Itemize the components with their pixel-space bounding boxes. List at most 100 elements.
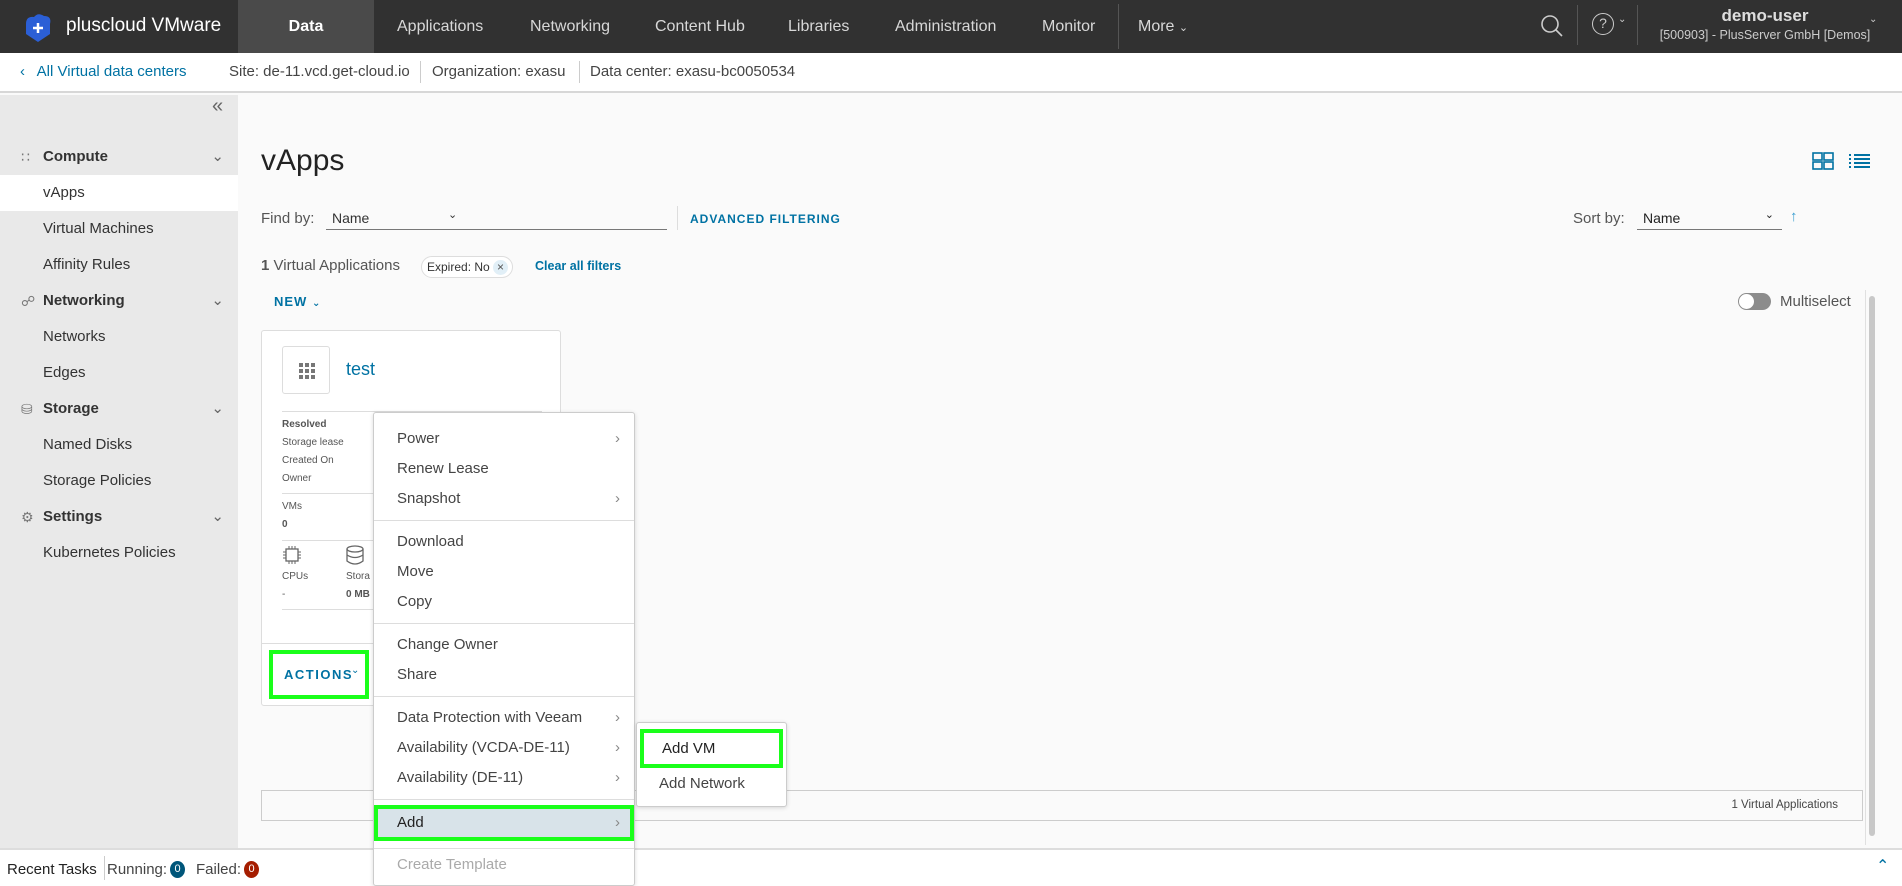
menu-item-add-vm[interactable]: Add VM	[640, 729, 783, 768]
sort-by-label: Sort by:	[1573, 210, 1625, 227]
actions-button[interactable]: ACTIONS ⌄	[269, 650, 369, 699]
recent-tasks-bar: Recent Tasks Running: 0 Failed: 0 ⌃	[0, 848, 1902, 886]
chevron-down-icon: ⌄	[211, 148, 224, 165]
sidebar-group-settings[interactable]: ⚙ Settings ⌄	[0, 499, 238, 535]
sort-by-select[interactable]: Name ⌄	[1637, 204, 1782, 230]
chevron-down-icon: ⌄	[211, 400, 224, 417]
collapse-sidebar-icon[interactable]: «	[212, 95, 223, 118]
sidebar-group-storage[interactable]: ⛁ Storage ⌄	[0, 391, 238, 427]
sidebar-item-edges[interactable]: Edges	[0, 355, 238, 391]
menu-item-share[interactable]: Share	[374, 660, 634, 690]
sidebar-item-virtual-machines[interactable]: Virtual Machines	[0, 211, 238, 247]
chevron-down-icon[interactable]: ⌄	[1618, 14, 1626, 25]
find-by-label: Find by:	[261, 210, 315, 227]
divider	[579, 61, 580, 83]
divider	[677, 206, 678, 230]
expand-tasks-icon[interactable]: ⌃	[1876, 856, 1889, 876]
user-menu[interactable]: demo-user [500903] - PlusServer GmbH [De…	[1655, 6, 1875, 42]
find-by-value: Name	[332, 210, 370, 226]
vapp-count: 1 Virtual Applications	[261, 257, 400, 274]
pluscloud-logo-icon	[26, 14, 51, 42]
sidebar-item-kubernetes-policies[interactable]: Kubernetes Policies	[0, 535, 238, 571]
sidebar-item-networks[interactable]: Networks	[0, 319, 238, 355]
sidebar-item-named-disks[interactable]: Named Disks	[0, 427, 238, 463]
menu-item-label: Snapshot	[397, 490, 461, 507]
add-submenu: Add VM Add Network	[636, 722, 787, 807]
tab-administration[interactable]: Administration	[873, 0, 1018, 53]
user-org: [500903] - PlusServer GmbH [Demos]	[1659, 28, 1871, 42]
search-icon[interactable]	[1540, 14, 1564, 38]
menu-item-add-network[interactable]: Add Network	[637, 769, 786, 799]
vapp-count-number: 1	[261, 257, 270, 274]
menu-item-copy[interactable]: Copy	[374, 587, 634, 617]
filter-chip: Expired: No ×	[421, 256, 514, 278]
clear-filters-link[interactable]: Clear all filters	[535, 259, 621, 273]
sidebar-group-label: Compute	[43, 148, 108, 165]
recent-tasks-label[interactable]: Recent Tasks	[7, 861, 97, 878]
sidebar-group-label: Networking	[43, 292, 125, 309]
divider	[1577, 5, 1578, 45]
chevron-down-icon: ⌄	[311, 298, 322, 309]
menu-item-label: Availability (VCDA-DE-11)	[397, 739, 570, 756]
chevron-down-icon: ⌄	[1178, 22, 1189, 34]
storage-value: 0 MB	[346, 589, 370, 600]
new-button[interactable]: NEW ⌄	[274, 294, 321, 309]
back-link[interactable]: ‹ All Virtual data centers	[20, 63, 186, 80]
list-view-icon[interactable]	[1849, 153, 1870, 169]
multiselect-toggle[interactable]	[1738, 293, 1771, 310]
divider	[420, 61, 421, 83]
tab-data-centers[interactable]: Data Centers	[238, 0, 374, 88]
menu-item-change-owner[interactable]: Change Owner	[374, 630, 634, 660]
breadcrumb: ‹ All Virtual data centers Site: de-11.v…	[0, 53, 1902, 93]
menu-item-data-protection-veeam[interactable]: Data Protection with Veeam ›	[374, 703, 634, 733]
sidebar-group-networking[interactable]: ☍ Networking ⌄	[0, 283, 238, 319]
app-title: pluscloud VMware	[66, 15, 222, 36]
user-name: demo-user	[1721, 6, 1809, 25]
chevron-down-icon: ⌄	[211, 292, 224, 309]
tab-applications[interactable]: Applications	[375, 0, 505, 53]
chevron-right-icon: ›	[615, 814, 620, 831]
tab-more[interactable]: More ⌄	[1116, 0, 1210, 53]
find-by-select[interactable]: Name ⌄	[326, 204, 667, 230]
vapp-name-link[interactable]: test	[346, 359, 375, 380]
sidebar: « ∷ Compute ⌄ vApps Virtual Machines Affin…	[0, 95, 238, 848]
sidebar-item-affinity-rules[interactable]: Affinity Rules	[0, 247, 238, 283]
sidebar-group-label: Storage	[43, 400, 99, 417]
advanced-filtering-link[interactable]: ADVANCED FILTERING	[690, 212, 841, 226]
scrollbar[interactable]	[1865, 290, 1877, 845]
sidebar-item-storage-policies[interactable]: Storage Policies	[0, 463, 238, 499]
footer-count: 1 Virtual Applications	[1731, 799, 1838, 811]
actions-menu: Power › Renew Lease Snapshot › Download Mo…	[373, 412, 635, 886]
help-icon[interactable]: ?	[1592, 13, 1614, 35]
divider	[1637, 5, 1638, 45]
menu-item-availability-de11[interactable]: Availability (DE-11) ›	[374, 763, 634, 793]
storage-label: Stora	[346, 571, 370, 582]
tab-libraries[interactable]: Libraries	[766, 0, 871, 53]
menu-item-availability-vcda[interactable]: Availability (VCDA-DE-11) ›	[374, 733, 634, 763]
remove-filter-icon[interactable]: ×	[493, 260, 509, 275]
sidebar-item-vapps[interactable]: vApps	[0, 175, 238, 211]
menu-item-snapshot[interactable]: Snapshot ›	[374, 484, 634, 514]
owner-label: Owner	[282, 473, 312, 484]
tab-networking[interactable]: Networking	[508, 0, 632, 53]
sort-ascending-icon[interactable]: ↑	[1790, 208, 1798, 225]
menu-item-create-template: Create Template	[397, 856, 507, 873]
filter-chip-label: Expired: No	[427, 260, 490, 274]
menu-item-renew-lease[interactable]: Renew Lease	[374, 454, 634, 484]
sort-by-value: Name	[1643, 210, 1681, 226]
menu-item-download[interactable]: Download	[374, 527, 634, 557]
menu-item-add[interactable]: Add ›	[374, 805, 634, 841]
cpus-value: -	[282, 589, 286, 600]
divider	[374, 623, 634, 624]
tab-monitor[interactable]: Monitor	[1020, 0, 1117, 53]
network-icon: ☍	[21, 293, 36, 309]
organization-label: Organization: exasu	[432, 63, 566, 80]
tab-content-hub[interactable]: Content Hub	[633, 0, 767, 53]
menu-item-move[interactable]: Move	[374, 557, 634, 587]
sidebar-group-compute[interactable]: ∷ Compute ⌄	[0, 139, 238, 175]
chevron-down-icon[interactable]: ⌄	[1869, 14, 1877, 25]
datacenter-label: Data center: exasu-bc0050534	[590, 63, 796, 80]
storage-icon	[346, 545, 364, 565]
menu-item-power[interactable]: Power ›	[374, 424, 634, 454]
card-view-icon[interactable]	[1812, 152, 1834, 170]
